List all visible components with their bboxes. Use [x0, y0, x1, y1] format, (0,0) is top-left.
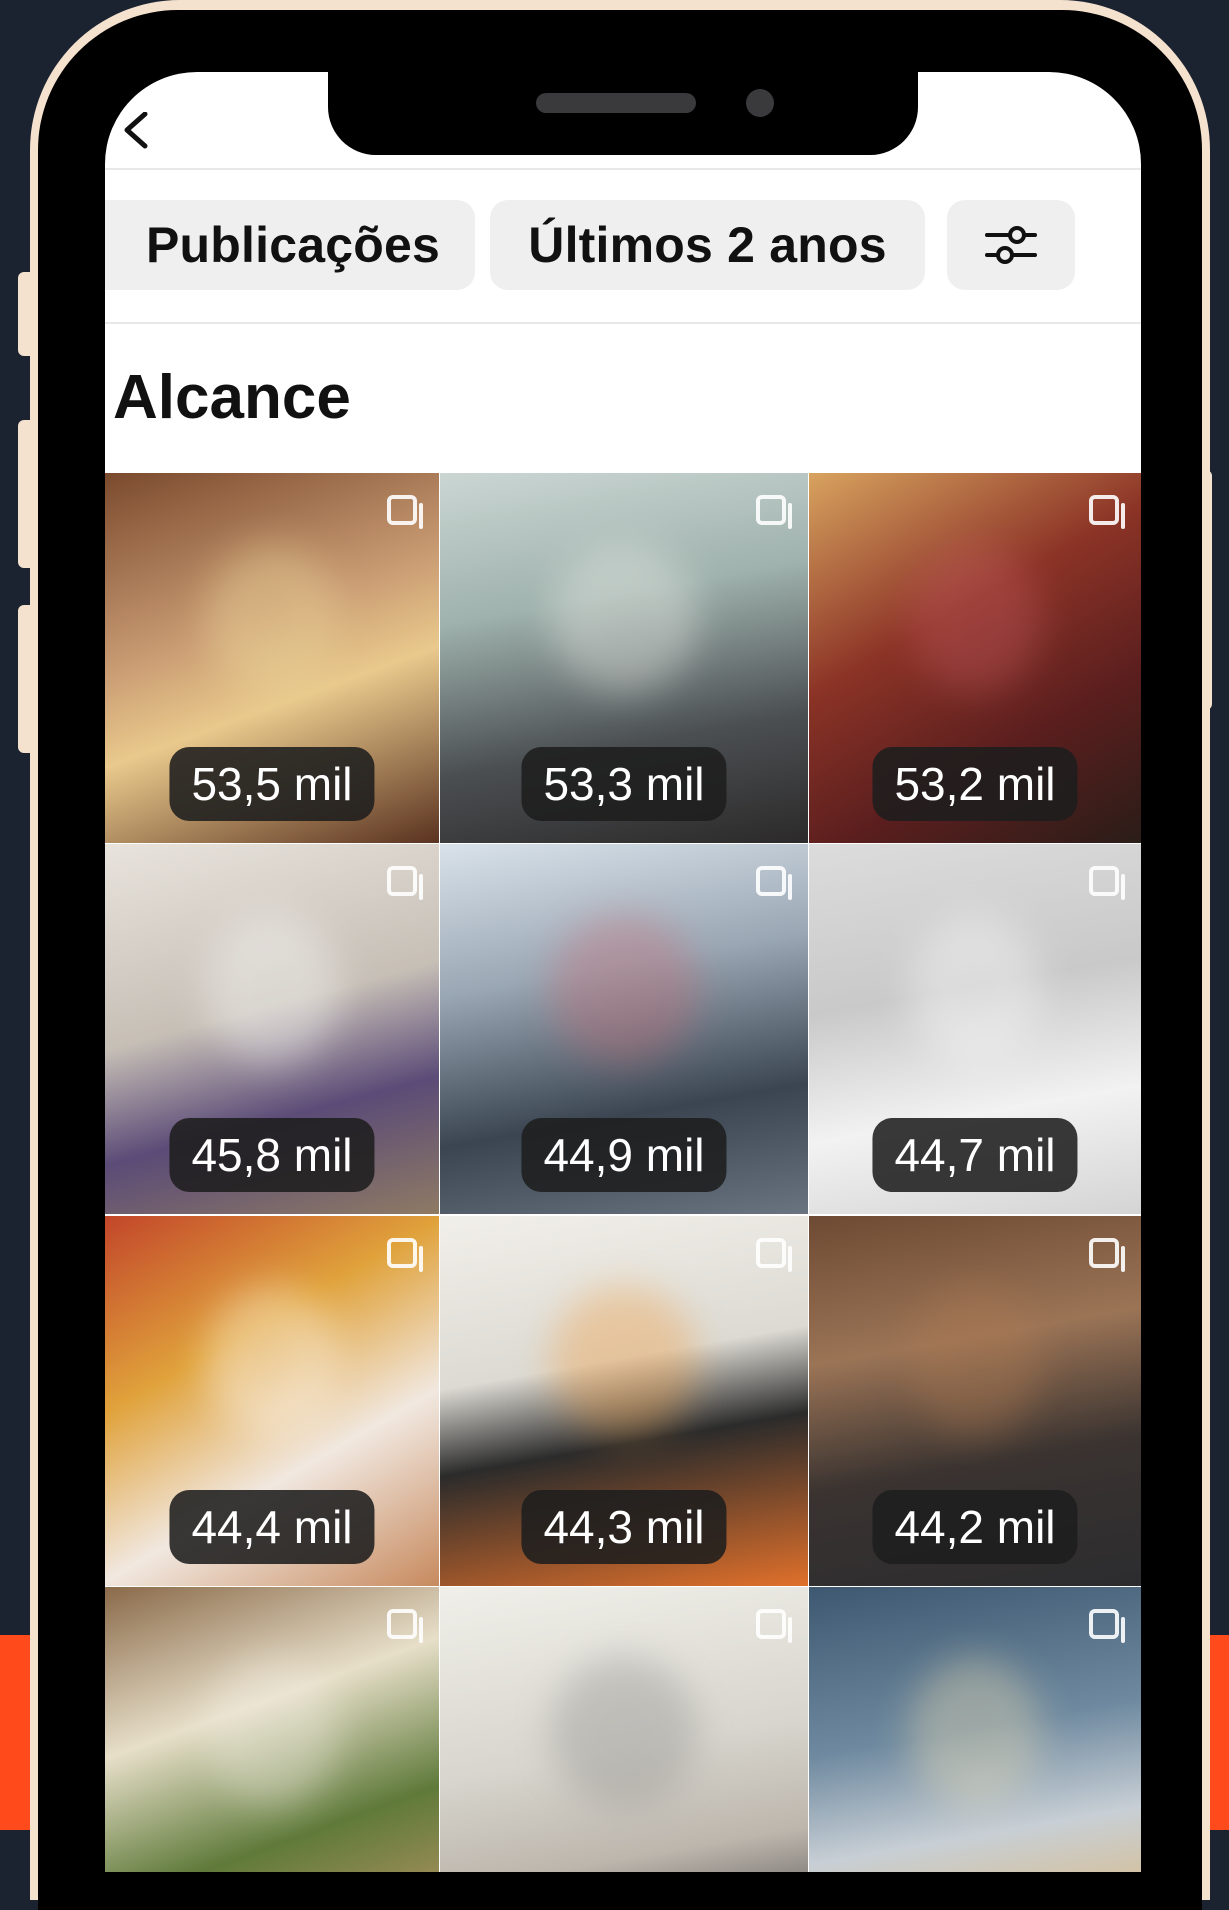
post-subject	[550, 543, 698, 693]
post-tile[interactable]: 44,4 mil	[105, 1216, 439, 1586]
multi-post-icon	[756, 866, 792, 900]
post-tile[interactable]: 44,3 mil	[440, 1216, 808, 1586]
post-tile[interactable]: 44,2 mil	[809, 1216, 1141, 1586]
post-tile[interactable]: 53,5 mil	[105, 473, 439, 843]
reach-badge: 44,2 mil	[872, 1490, 1078, 1564]
reach-badge: 53,5 mil	[169, 747, 375, 821]
reach-badge: 53,2 mil	[872, 747, 1078, 821]
reach-badge: 44,3 mil	[521, 1490, 727, 1564]
multi-post-icon	[1089, 1238, 1125, 1272]
post-subject	[205, 1286, 339, 1436]
post-tile[interactable]: 44,9 mil	[440, 844, 808, 1214]
volume-down-button	[18, 605, 34, 753]
post-subject	[550, 1657, 698, 1807]
post-subject	[908, 1657, 1042, 1807]
post-subject	[550, 1286, 698, 1436]
post-subject	[205, 914, 339, 1064]
post-subject	[205, 543, 339, 693]
period-label: Últimos 2 anos	[528, 217, 887, 273]
volume-up-button	[18, 420, 34, 568]
reach-badge: 44,4 mil	[169, 1490, 375, 1564]
post-subject	[205, 1657, 339, 1807]
multi-post-icon	[1089, 866, 1125, 900]
section-title: Alcance	[113, 363, 351, 432]
post-tile[interactable]	[809, 1587, 1141, 1872]
phone-notch	[328, 60, 918, 155]
multi-post-icon	[1089, 495, 1125, 529]
post-tile[interactable]	[105, 1587, 439, 1872]
front-camera	[746, 89, 774, 117]
post-subject	[908, 543, 1042, 693]
multi-post-icon	[756, 1238, 792, 1272]
content-type-filter[interactable]: Publicações	[105, 200, 475, 290]
post-subject	[908, 914, 1042, 1064]
reach-badge: 44,9 mil	[521, 1118, 727, 1192]
post-tile[interactable]: 53,3 mil	[440, 473, 808, 843]
post-tile[interactable]: 53,2 mil	[809, 473, 1141, 843]
period-filter[interactable]: Últimos 2 anos	[490, 200, 925, 290]
header-divider	[105, 168, 1141, 170]
filters-divider	[105, 322, 1141, 324]
speaker-grille	[536, 93, 696, 113]
reach-badge: 45,8 mil	[169, 1118, 375, 1192]
multi-post-icon	[387, 866, 423, 900]
multi-post-icon	[1089, 1609, 1125, 1643]
reach-badge: 53,3 mil	[521, 747, 727, 821]
multi-post-icon	[387, 1609, 423, 1643]
post-tile[interactable]	[440, 1587, 808, 1872]
multi-post-icon	[387, 495, 423, 529]
reach-badge: 44,7 mil	[872, 1118, 1078, 1192]
phone-screen: Publicações Últimos 2 anos Alcance 53,5 …	[105, 72, 1141, 1872]
filter-settings-button[interactable]	[947, 200, 1075, 290]
multi-post-icon	[756, 1609, 792, 1643]
sliders-icon	[985, 226, 1037, 264]
post-subject	[550, 914, 698, 1064]
multi-post-icon	[756, 495, 792, 529]
post-subject	[908, 1286, 1042, 1436]
post-tile[interactable]: 44,7 mil	[809, 844, 1141, 1214]
content-type-label: Publicações	[146, 217, 440, 273]
back-arrow-icon[interactable]	[115, 112, 155, 152]
post-tile[interactable]: 45,8 mil	[105, 844, 439, 1214]
multi-post-icon	[387, 1238, 423, 1272]
mute-switch	[18, 272, 34, 356]
